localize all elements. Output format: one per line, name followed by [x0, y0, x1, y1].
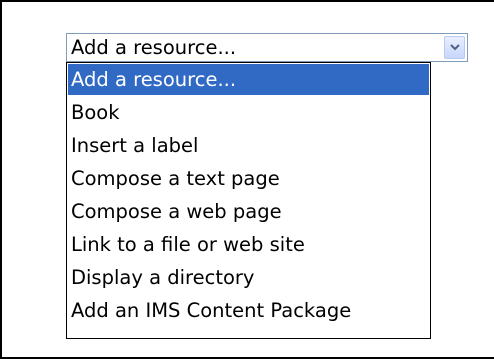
resource-options-list[interactable]: Add a resource... Book Insert a label Co… [66, 62, 431, 339]
option-compose-text-page[interactable]: Compose a text page [68, 163, 429, 194]
dropdown-button[interactable] [444, 36, 465, 59]
add-resource-select[interactable]: Add a resource... [66, 33, 468, 62]
option-link-file-or-web-site[interactable]: Link to a file or web site [68, 229, 429, 260]
select-current-value: Add a resource... [71, 36, 237, 59]
option-add-ims-content-package[interactable]: Add an IMS Content Package [68, 295, 429, 326]
option-display-directory[interactable]: Display a directory [68, 262, 429, 293]
option-insert-label[interactable]: Insert a label [68, 130, 429, 161]
option-compose-web-page[interactable]: Compose a web page [68, 196, 429, 227]
option-add-a-resource[interactable]: Add a resource... [68, 64, 429, 95]
chevron-down-icon [450, 44, 460, 51]
screenshot-frame: Add a resource... Add a resource... Book… [0, 0, 494, 359]
option-book[interactable]: Book [68, 97, 429, 128]
